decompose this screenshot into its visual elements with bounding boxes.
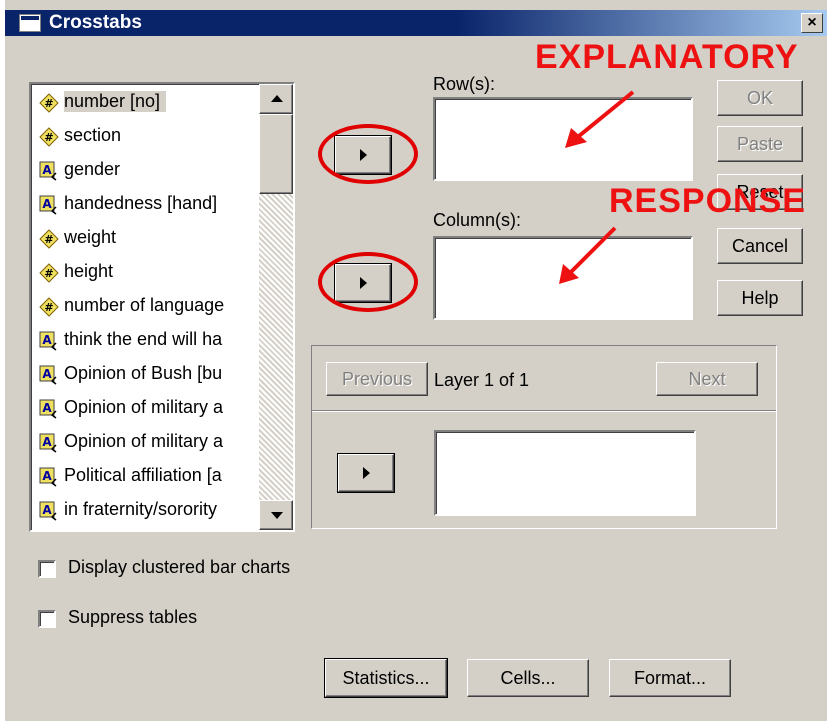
svg-text:A: A <box>42 163 52 177</box>
previous-button[interactable]: Previous <box>326 362 428 396</box>
arrow-down-icon <box>271 512 283 519</box>
variable-list-scrollbar[interactable] <box>259 84 293 530</box>
move-to-layer-button[interactable] <box>338 454 394 492</box>
string-icon: A <box>39 365 57 385</box>
variable-label: number [no] <box>64 91 167 112</box>
string-icon: A <box>39 433 57 453</box>
variable-item[interactable]: Ahandedness [hand] <box>33 190 251 221</box>
variable-item[interactable]: A Political affiliation [a <box>33 462 251 493</box>
scale-icon: # <box>39 93 59 113</box>
string-icon: A <box>39 467 57 487</box>
statistics-button[interactable]: Statistics... <box>324 658 448 698</box>
variable-label: height <box>64 261 114 281</box>
variable-label: in fraternity/sorority <box>64 499 218 519</box>
string-icon: A <box>39 161 57 181</box>
variable-label: Opinion of military a <box>64 431 224 451</box>
cells-button[interactable]: Cells... <box>467 659 589 697</box>
variable-item[interactable]: Athink the end will ha <box>33 326 251 357</box>
scale-icon: # <box>39 229 59 249</box>
variable-list-items: # number [no] # section Agender Ahandedness [… <box>31 84 261 530</box>
variable-item[interactable]: # weight <box>33 224 251 255</box>
close-button[interactable]: × <box>801 13 823 33</box>
variable-item[interactable]: A Opinion of military a <box>33 428 251 459</box>
clustered-bar-label: Display clustered bar charts <box>68 557 291 577</box>
svg-text:#: # <box>44 301 53 314</box>
variable-label: Opinion of military a <box>64 397 224 417</box>
format-button[interactable]: Format... <box>609 659 731 697</box>
variable-list[interactable]: # number [no] # section Agender Ahandedness [… <box>29 82 295 532</box>
svg-text:A: A <box>42 435 52 449</box>
variable-label: think the end will ha <box>64 329 223 349</box>
response-circle <box>318 252 418 312</box>
svg-text:A: A <box>42 333 52 347</box>
variable-item[interactable]: A Opinion of military a <box>33 394 251 425</box>
variable-item[interactable]: # height <box>33 258 251 289</box>
svg-text:A: A <box>42 503 52 517</box>
arrow-up-icon <box>271 95 283 102</box>
scroll-down-button[interactable] <box>259 500 293 530</box>
string-icon: A <box>39 399 57 419</box>
variable-label: weight <box>64 227 117 247</box>
scale-icon: # <box>39 297 59 317</box>
variable-item[interactable]: A Opinion of Bush [bu <box>33 360 251 391</box>
scale-icon: # <box>39 127 59 147</box>
next-button[interactable]: Next <box>656 362 758 396</box>
clustered-bar-checkbox[interactable] <box>38 560 56 578</box>
suppress-tables-checkbox[interactable] <box>38 610 56 628</box>
variable-label: number of language <box>64 295 225 315</box>
layer-divider <box>312 410 776 412</box>
explanatory-circle <box>318 124 418 184</box>
scroll-up-button[interactable] <box>259 84 293 114</box>
variable-item[interactable]: Ain fraternity/sorority <box>33 496 251 527</box>
response-annotation: RESPONSE <box>609 182 806 220</box>
svg-text:A: A <box>42 401 52 415</box>
dialog-title: Crosstabs <box>49 12 142 33</box>
svg-text:#: # <box>44 131 53 144</box>
string-icon: A <box>39 195 57 215</box>
scroll-thumb[interactable] <box>259 114 293 194</box>
ok-button[interactable]: OK <box>717 80 803 116</box>
rows-label: Row(s): <box>433 74 495 94</box>
layer-panel: Previous Layer 1 of 1 Next <box>311 345 777 529</box>
svg-text:A: A <box>42 197 52 211</box>
columns-label: Column(s): <box>433 210 522 230</box>
scale-icon: # <box>39 263 59 283</box>
help-button[interactable]: Help <box>717 280 803 316</box>
title-bar[interactable]: Crosstabs × <box>5 10 827 36</box>
variable-label: section <box>64 125 122 145</box>
svg-text:A: A <box>42 469 52 483</box>
variable-item[interactable]: # section <box>33 122 251 153</box>
columns-list[interactable] <box>433 236 693 320</box>
variable-label: handedness [hand] <box>64 193 218 213</box>
suppress-tables-label: Suppress tables <box>68 607 198 627</box>
cancel-button[interactable]: Cancel <box>717 228 803 264</box>
string-icon: A <box>39 331 57 351</box>
svg-text:#: # <box>44 97 53 110</box>
layer-list[interactable] <box>434 430 696 516</box>
string-icon: A <box>39 501 57 521</box>
variable-label: Opinion of Bush [bu <box>64 363 223 383</box>
paste-button[interactable]: Paste <box>717 126 803 162</box>
crosstabs-dialog: Crosstabs × # number [no] # section Agender A… <box>5 0 827 721</box>
svg-text:#: # <box>44 233 53 246</box>
window-icon <box>19 14 41 32</box>
variable-label: gender <box>64 159 121 179</box>
svg-text:A: A <box>42 367 52 381</box>
explanatory-annotation: EXPLANATORY <box>535 38 799 76</box>
variable-item[interactable]: # number [no] <box>33 88 251 119</box>
layer-label: Layer 1 of 1 <box>434 370 530 390</box>
variable-item[interactable]: # number of language <box>33 292 251 323</box>
rows-list[interactable] <box>433 97 693 181</box>
variable-item[interactable]: Agender <box>33 156 251 187</box>
svg-text:#: # <box>44 267 53 280</box>
variable-label: Political affiliation [a <box>64 465 222 485</box>
